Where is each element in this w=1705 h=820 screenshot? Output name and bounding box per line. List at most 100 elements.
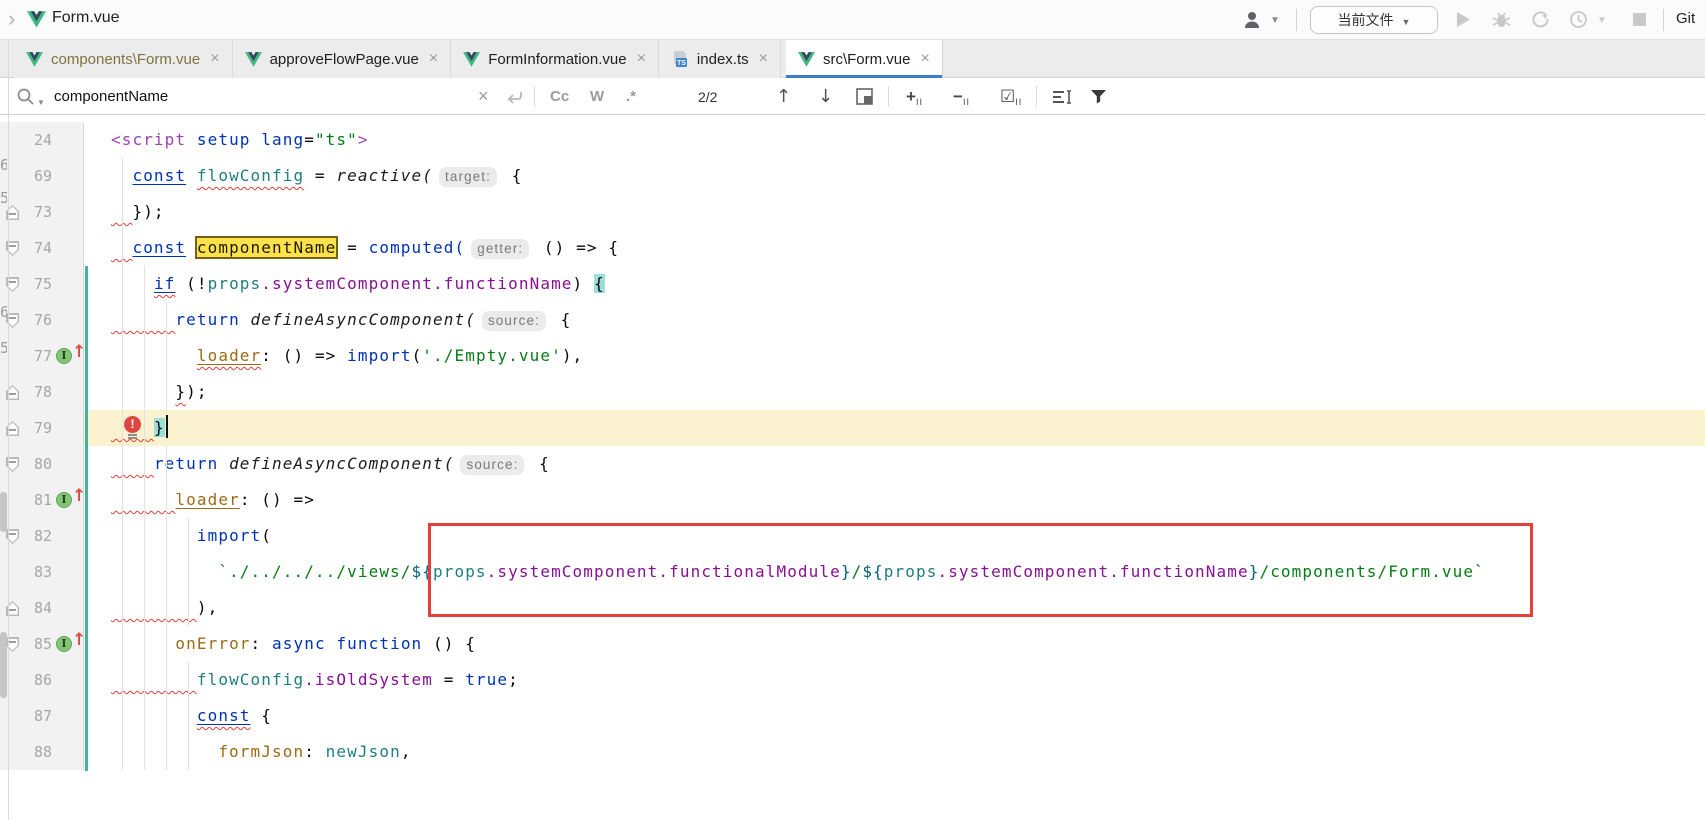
gutter[interactable]: 88 (0, 734, 84, 770)
code-text[interactable]: ), (111, 598, 218, 617)
code-line-87[interactable]: 87 const { (0, 698, 1705, 734)
user-icon[interactable] (1243, 10, 1265, 30)
close-icon[interactable]: × (208, 50, 221, 68)
gutter[interactable]: 87 (0, 698, 84, 734)
code-text[interactable]: import( (111, 526, 272, 545)
gutter[interactable]: 86 (0, 662, 84, 698)
close-icon[interactable]: × (757, 50, 770, 68)
add-occurrence-button[interactable]: +II (906, 78, 923, 115)
gutter-info-icon[interactable]: I↑ (56, 491, 84, 509)
code-line-76[interactable]: 76 return defineAsyncComponent(source: { (0, 302, 1705, 338)
code-line-content[interactable]: const flowConfig = reactive(target: { (84, 158, 1705, 194)
code-text[interactable]: const flowConfig = reactive(target: { (111, 166, 522, 185)
code-line-content[interactable]: const componentName = computed(getter: (… (84, 230, 1705, 266)
code-line-81[interactable]: 81I↑ loader: () => (0, 482, 1705, 518)
gutter-info-icon[interactable]: I↑ (56, 635, 84, 653)
code-text[interactable]: const componentName = computed(getter: (… (111, 238, 619, 257)
coverage-icon[interactable] (1531, 10, 1550, 29)
next-match-icon[interactable]: ↓ (818, 78, 833, 115)
code-text[interactable]: flowConfig.isOldSystem = true; (111, 670, 519, 689)
search-in-selection-icon[interactable] (856, 78, 873, 115)
previous-match-icon[interactable]: ↑ (776, 78, 791, 115)
code-line-73[interactable]: 73 }); (0, 194, 1705, 230)
regex-toggle[interactable]: .* (626, 78, 636, 115)
gutter[interactable]: 77I↑ (0, 338, 84, 374)
clear-search-icon[interactable]: × (478, 78, 489, 115)
gutter[interactable]: 83 (0, 554, 84, 590)
code-line-74[interactable]: 74 const componentName = computed(getter… (0, 230, 1705, 266)
code-editor[interactable]: 24 <script setup lang="ts"> 69 const flowC… (0, 115, 1705, 820)
tab-src-form-vue[interactable]: src\Form.vue × (786, 40, 943, 78)
scrollbar-thumb[interactable] (0, 632, 7, 698)
code-text[interactable]: loader: () => import('./Empty.vue'), (111, 346, 583, 365)
code-text[interactable]: }); (111, 202, 165, 221)
code-line-content[interactable]: onError: async function () { (84, 626, 1705, 662)
whole-words-toggle[interactable]: W (590, 78, 604, 115)
code-text[interactable]: formJson: newJson, (111, 742, 412, 761)
filter-icon[interactable] (1090, 78, 1107, 115)
code-line-content[interactable]: }); (84, 374, 1705, 410)
preserve-case-icon[interactable] (1052, 78, 1072, 115)
user-dropdown-caret-icon[interactable]: ▼ (1270, 15, 1280, 26)
scrollbar-thumb[interactable] (0, 492, 7, 532)
code-line-content[interactable]: const { (84, 698, 1705, 734)
code-text[interactable]: }); (111, 382, 208, 401)
gutter-info-icon[interactable]: I↑ (56, 347, 84, 365)
stop-icon[interactable] (1633, 13, 1646, 26)
select-all-occurrences-button[interactable]: ☑II (1000, 78, 1022, 115)
debug-icon[interactable] (1492, 10, 1511, 29)
breadcrumb-chevron-icon[interactable]: › (8, 6, 15, 32)
code-text[interactable]: loader: () => (111, 490, 315, 509)
code-line-88[interactable]: 88 formJson: newJson, (0, 734, 1705, 770)
code-text[interactable]: const { (111, 706, 272, 725)
error-bulb-icon[interactable]: ! (124, 416, 142, 438)
tab-form-information-vue[interactable]: FormInformation.vue × (451, 40, 659, 78)
code-line-86[interactable]: 86 flowConfig.isOldSystem = true; (0, 662, 1705, 698)
code-line-content[interactable]: if (!props.systemComponent.functionName)… (84, 266, 1705, 302)
code-text[interactable]: <script setup lang="ts"> (111, 130, 369, 149)
code-token: = (336, 238, 368, 257)
code-line-79[interactable]: 79! } (0, 410, 1705, 446)
tab-index-ts[interactable]: TS index.ts × (659, 40, 781, 78)
code-line-content[interactable]: return defineAsyncComponent(source: { (84, 446, 1705, 482)
close-icon[interactable]: × (918, 50, 931, 68)
tab-components-form-vue[interactable]: components\Form.vue × (14, 40, 233, 78)
code-token (186, 238, 197, 257)
close-icon[interactable]: × (635, 50, 648, 68)
search-input[interactable]: componentName (54, 78, 168, 115)
code-line-78[interactable]: 78 }); (0, 374, 1705, 410)
gutter[interactable]: 69 (0, 158, 84, 194)
code-text[interactable]: return defineAsyncComponent(source: { (111, 310, 571, 329)
vcs-change-stripe[interactable] (85, 266, 88, 771)
code-line-content[interactable]: <script setup lang="ts"> (84, 122, 1705, 158)
code-line-80[interactable]: 80 return defineAsyncComponent(source: { (0, 446, 1705, 482)
close-icon[interactable]: × (427, 50, 440, 68)
code-line-content[interactable]: formJson: newJson, (84, 734, 1705, 770)
git-menu-label[interactable]: Git (1676, 10, 1695, 27)
code-line-content[interactable]: loader: () => import('./Empty.vue'), (84, 338, 1705, 374)
match-case-toggle[interactable]: Cc (550, 78, 569, 115)
code-line-69[interactable]: 69 const flowConfig = reactive(target: { (0, 158, 1705, 194)
search-icon[interactable] (16, 78, 36, 115)
code-line-content[interactable]: ! } (84, 410, 1705, 446)
run-icon[interactable] (1455, 11, 1471, 28)
breadcrumb-file-title[interactable]: Form.vue (52, 9, 120, 27)
code-line-24[interactable]: 24 <script setup lang="ts"> (0, 122, 1705, 158)
code-line-85[interactable]: 85I↑ onError: async function () { (0, 626, 1705, 662)
code-line-77[interactable]: 77I↑ loader: () => import('./Empty.vue')… (0, 338, 1705, 374)
newline-icon[interactable] (506, 78, 524, 115)
tab-approve-flow-page-vue[interactable]: approveFlowPage.vue × (233, 40, 452, 78)
profiler-caret-icon[interactable]: ▼ (1597, 15, 1607, 26)
code-text[interactable]: if (!props.systemComponent.functionName)… (111, 274, 605, 293)
profiler-icon[interactable] (1569, 10, 1588, 29)
remove-occurrence-button[interactable]: −II (953, 78, 970, 115)
code-text[interactable]: return defineAsyncComponent(source: { (111, 454, 550, 473)
code-line-content[interactable]: loader: () => (84, 482, 1705, 518)
code-line-content[interactable]: return defineAsyncComponent(source: { (84, 302, 1705, 338)
gutter[interactable]: 81I↑ (0, 482, 84, 518)
code-line-content[interactable]: flowConfig.isOldSystem = true; (84, 662, 1705, 698)
gutter[interactable]: 24 (0, 122, 84, 158)
code-line-75[interactable]: 75 if (!props.systemComponent.functionNa… (0, 266, 1705, 302)
run-config-selector[interactable]: 当前文件▼ (1310, 6, 1438, 34)
code-line-content[interactable]: }); (84, 194, 1705, 230)
